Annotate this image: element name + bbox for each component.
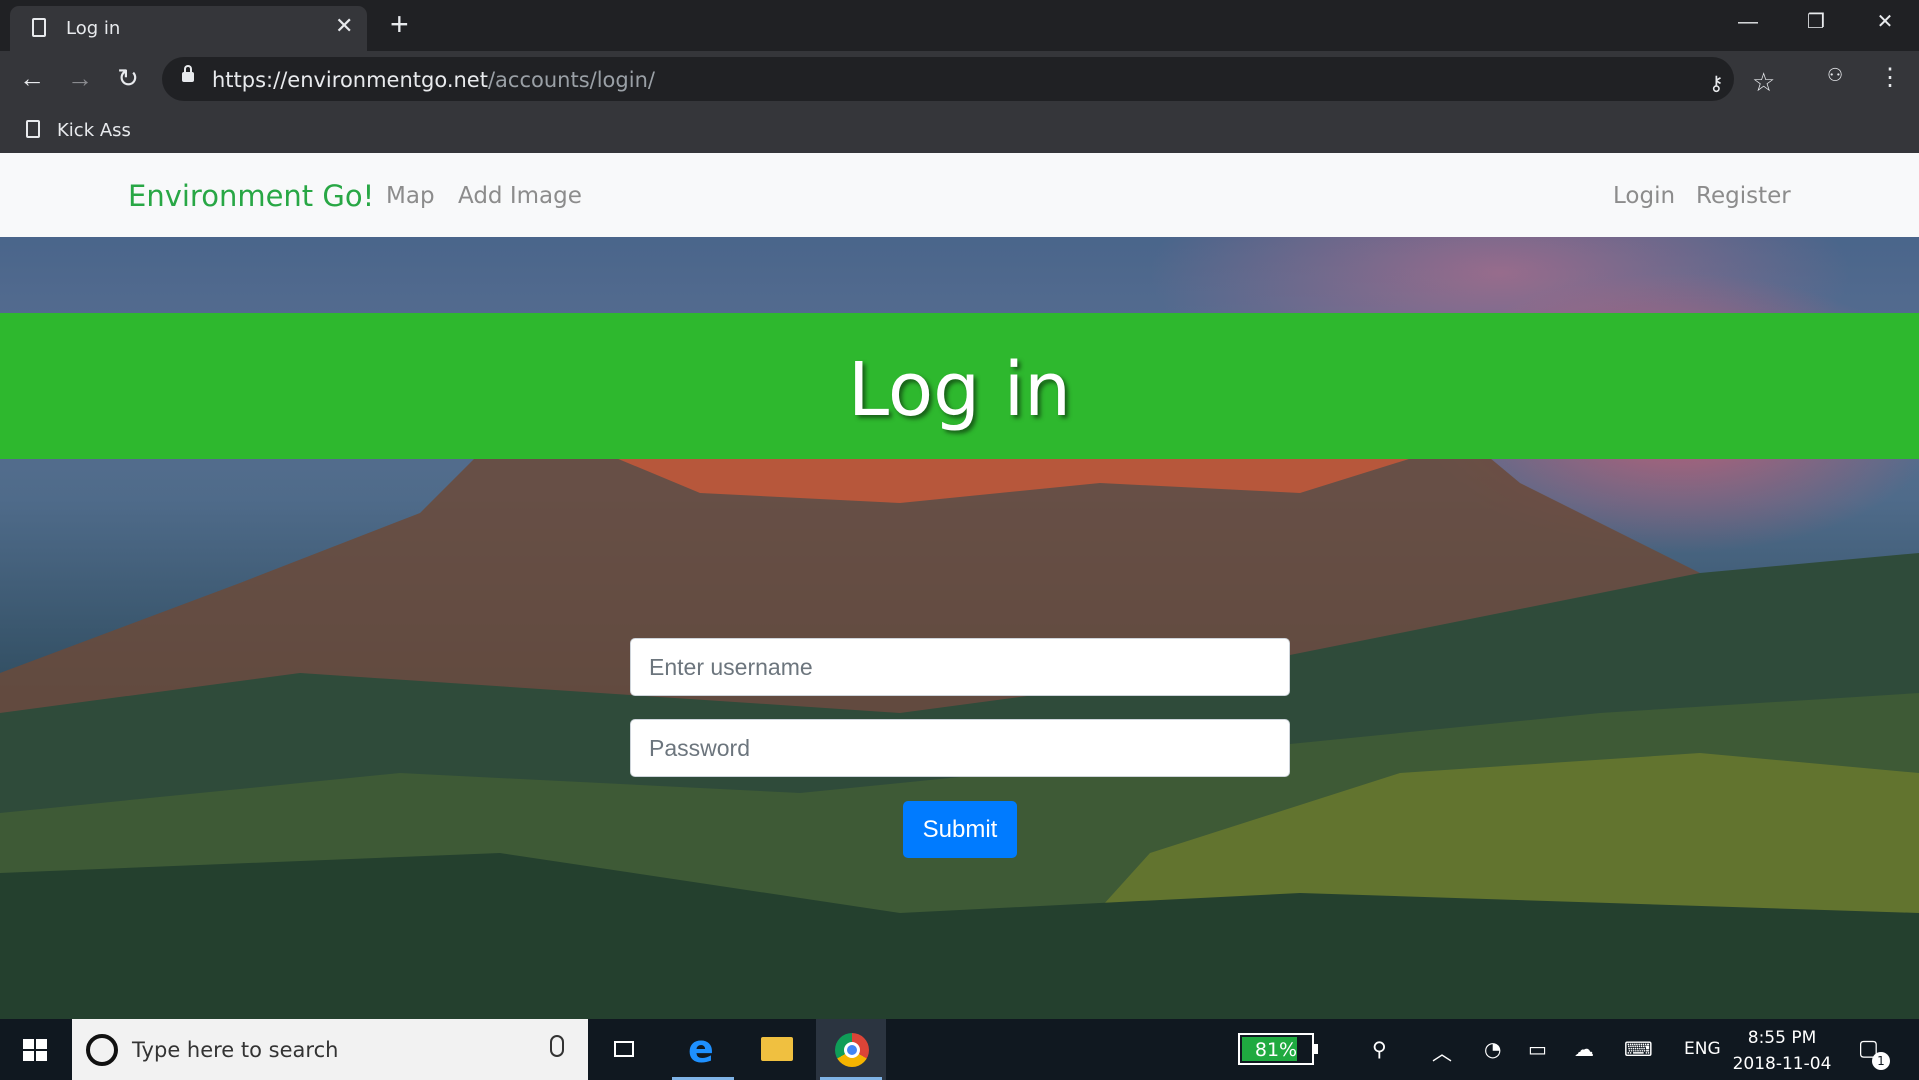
nav-link-login[interactable]: Login xyxy=(1613,183,1675,209)
site-navbar: Environment Go! Map Add Image Login Regi… xyxy=(0,153,1919,237)
battery-indicator[interactable]: 81% xyxy=(1238,1033,1318,1065)
address-bar[interactable]: https://environmentgo.net/accounts/login… xyxy=(162,57,1775,101)
brand-link[interactable]: Environment Go! xyxy=(128,179,374,213)
lock-icon xyxy=(182,65,194,82)
restore-button[interactable]: ❐ xyxy=(1782,0,1850,44)
clock-time: 8:55 PM xyxy=(1747,1028,1817,1048)
reload-icon[interactable]: ↻ xyxy=(111,63,145,95)
language-indicator[interactable]: ENG xyxy=(1684,1039,1721,1059)
cortana-icon xyxy=(86,1034,118,1066)
battery-percent: 81% xyxy=(1254,1039,1298,1061)
username-input[interactable] xyxy=(630,638,1290,696)
wifi-icon[interactable]: ◔ xyxy=(1484,1037,1501,1061)
people-icon[interactable]: ⚲ xyxy=(1372,1037,1387,1061)
search-placeholder: Type here to search xyxy=(132,1038,339,1062)
mountain-background-image xyxy=(0,383,1919,1019)
browser-tab[interactable]: Log in ✕ xyxy=(10,6,367,51)
page-icon xyxy=(26,120,40,138)
microphone-icon[interactable] xyxy=(550,1035,564,1057)
browser-toolbar: ← → ↻ https://environmentgo.net/accounts… xyxy=(0,51,1919,106)
chrome-browser-icon[interactable] xyxy=(816,1019,886,1080)
more-menu-icon[interactable]: ⋮ xyxy=(1878,63,1902,92)
tab-title: Log in xyxy=(66,18,121,39)
keyboard-icon[interactable]: ⌨ xyxy=(1624,1037,1653,1061)
bookmarks-bar: Kick Ass xyxy=(0,106,1919,153)
password-input[interactable] xyxy=(630,719,1290,777)
taskbar-search[interactable]: Type here to search xyxy=(72,1019,588,1080)
nav-link-register[interactable]: Register xyxy=(1696,183,1791,209)
new-tab-button[interactable]: + xyxy=(390,8,409,40)
bookmark-label: Kick Ass xyxy=(57,120,131,141)
incognito-icon[interactable]: ⚇ xyxy=(1827,65,1849,87)
onedrive-cloud-icon[interactable]: ☁ xyxy=(1574,1037,1594,1061)
submit-button[interactable]: Submit xyxy=(903,801,1017,858)
clock-date: 2018-11-04 xyxy=(1732,1054,1832,1074)
nav-link-map[interactable]: Map xyxy=(386,183,435,209)
url-text[interactable]: https://environmentgo.net/accounts/login… xyxy=(212,68,655,92)
close-window-button[interactable]: ✕ xyxy=(1851,0,1919,44)
minimize-button[interactable]: — xyxy=(1714,0,1782,44)
notification-badge: 1 xyxy=(1872,1052,1890,1070)
url-host: https://environmentgo.net xyxy=(212,68,488,92)
windows-taskbar: Type here to search e 81% ⚲ ︿ ◔ ▭ ☁ ⌨ EN… xyxy=(0,1019,1919,1080)
start-button[interactable] xyxy=(0,1019,70,1080)
login-banner: Log in xyxy=(0,313,1919,459)
battery-tray-icon[interactable]: ▭ xyxy=(1528,1037,1547,1061)
task-view-icon[interactable] xyxy=(590,1019,660,1080)
chevron-up-icon[interactable]: ︿ xyxy=(1432,1037,1452,1066)
close-tab-icon[interactable]: ✕ xyxy=(335,15,353,37)
page-content: Environment Go! Map Add Image Login Regi… xyxy=(0,153,1919,1019)
page-title: Log in xyxy=(847,347,1072,433)
page-icon xyxy=(32,18,46,37)
windows-logo-icon xyxy=(23,1039,47,1061)
url-path: /accounts/login/ xyxy=(487,68,655,92)
edge-browser-icon[interactable]: e xyxy=(668,1019,738,1080)
browser-tab-bar: Log in ✕ + — ❐ ✕ xyxy=(0,0,1919,51)
clock[interactable]: 8:55 PM 2018-11-04 xyxy=(1732,1025,1832,1077)
back-arrow-icon[interactable]: ← xyxy=(15,63,49,95)
file-explorer-icon[interactable] xyxy=(742,1019,812,1080)
bookmark-star-icon[interactable]: ☆ xyxy=(1752,67,1775,98)
key-icon[interactable]: ⚷ xyxy=(1709,71,1724,96)
forward-arrow-icon[interactable]: → xyxy=(63,63,97,95)
nav-link-add-image[interactable]: Add Image xyxy=(458,183,582,209)
